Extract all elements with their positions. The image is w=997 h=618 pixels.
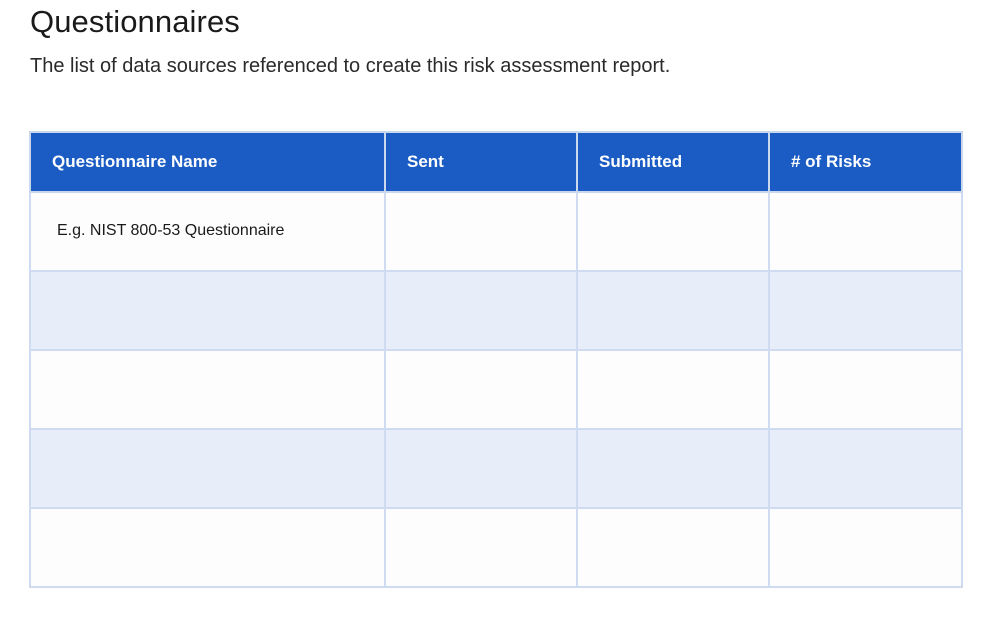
column-header-sent: Sent [384, 131, 578, 193]
cell-risk-count [768, 428, 963, 509]
cell-sent [384, 191, 578, 272]
cell-sent [384, 270, 578, 351]
cell-submitted [576, 507, 770, 588]
questionnaires-page: Questionnaires The list of data sources … [0, 0, 997, 618]
cell-submitted [576, 270, 770, 351]
cell-submitted [576, 349, 770, 430]
cell-questionnaire-name: E.g. NIST 800-53 Questionnaire [29, 191, 386, 272]
table-row [29, 507, 963, 588]
page-subtitle: The list of data sources referenced to c… [30, 55, 671, 77]
cell-risk-count [768, 191, 963, 272]
cell-questionnaire-name [29, 507, 386, 588]
column-header-submitted: Submitted [576, 131, 770, 193]
column-header-risk-count: # of Risks [768, 131, 963, 193]
cell-sent [384, 349, 578, 430]
table-row [29, 349, 963, 430]
cell-questionnaire-name [29, 428, 386, 509]
table-row [29, 428, 963, 509]
cell-risk-count [768, 349, 963, 430]
cell-risk-count [768, 270, 963, 351]
cell-submitted [576, 428, 770, 509]
cell-questionnaire-name [29, 270, 386, 351]
cell-sent [384, 507, 578, 588]
table-row: E.g. NIST 800-53 Questionnaire [29, 191, 963, 272]
cell-questionnaire-name [29, 349, 386, 430]
cell-risk-count [768, 507, 963, 588]
cell-submitted [576, 191, 770, 272]
page-title: Questionnaires [30, 4, 240, 39]
table-header-row: Questionnaire Name Sent Submitted # of R… [29, 131, 963, 193]
questionnaires-table: Questionnaire Name Sent Submitted # of R… [29, 131, 963, 588]
cell-sent [384, 428, 578, 509]
column-header-questionnaire-name: Questionnaire Name [29, 131, 386, 193]
questionnaires-table-container: Questionnaire Name Sent Submitted # of R… [29, 131, 963, 588]
table-row [29, 270, 963, 351]
